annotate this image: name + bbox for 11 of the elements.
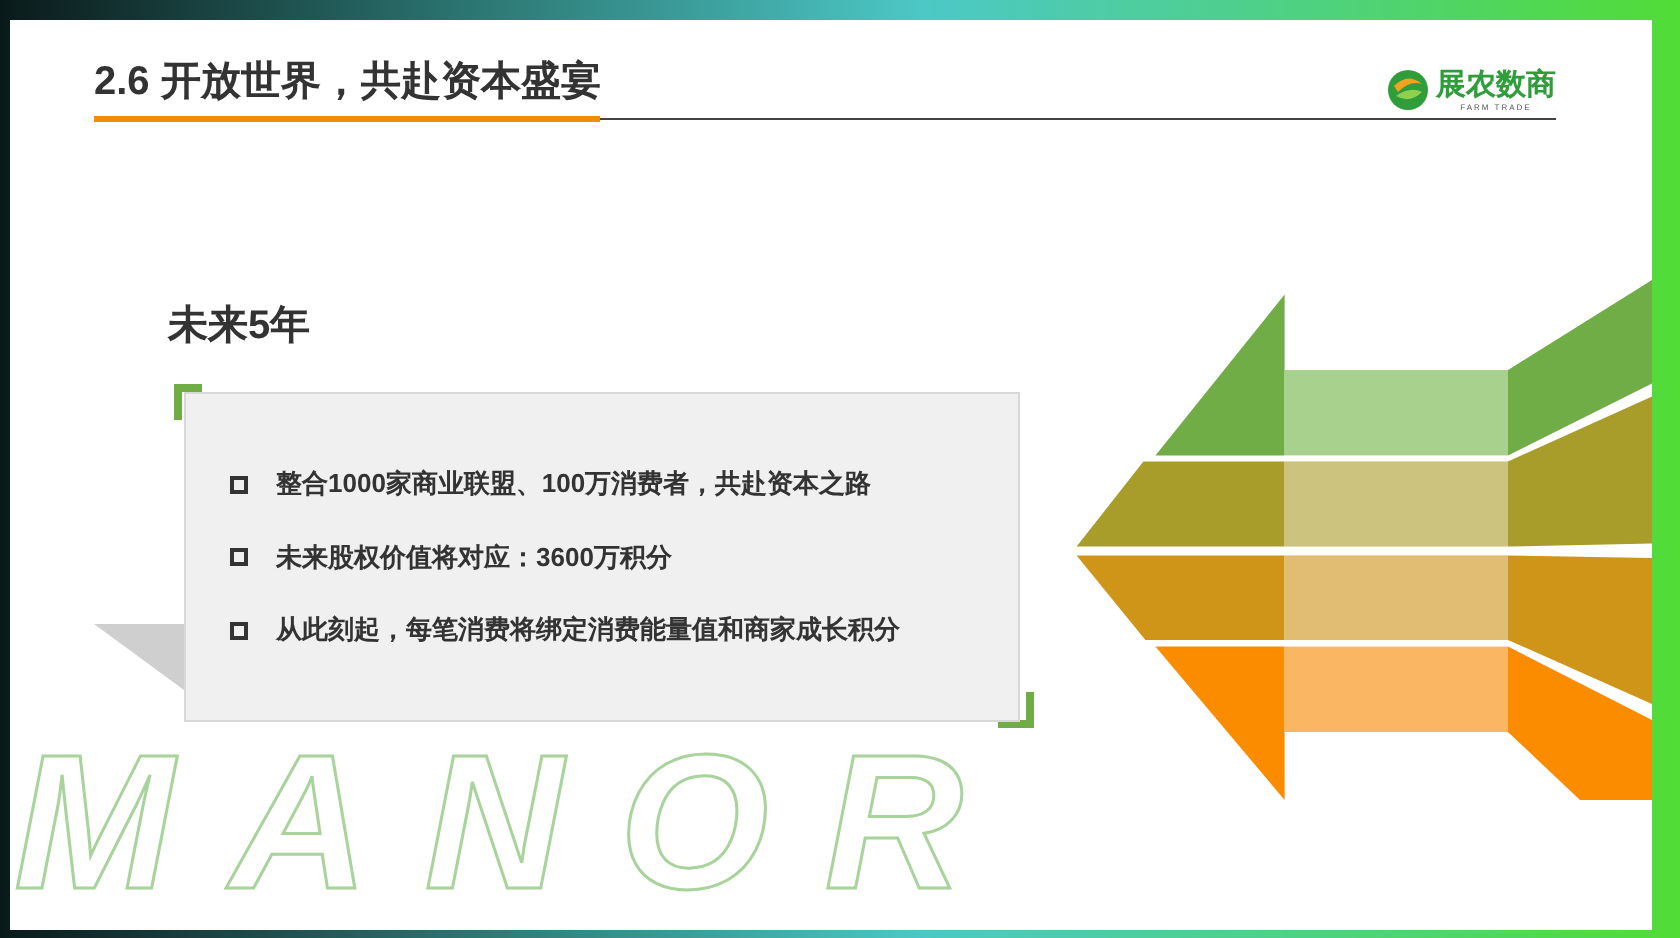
bullet-square-icon (230, 475, 248, 493)
background-lettering: MANOR (14, 728, 1020, 920)
section-heading: 未来5年 (168, 302, 313, 352)
bullet-text: 未来股权价值将对应：3600万积分 (276, 539, 672, 576)
bullet-text: 从此刻起，每笔消费将绑定消费能量值和商家成长积分 (276, 612, 900, 649)
logo-icon (1386, 68, 1430, 112)
bullet-text: 整合1000家商业联盟、100万消费者，共赴资本之路 (276, 466, 872, 503)
slide-title: 2.6 开放世界，共赴资本盛宴 (94, 52, 601, 122)
logo-text: 展农数商 (1436, 69, 1556, 99)
bullet-square-icon (230, 548, 248, 566)
bullet-square-icon (230, 621, 248, 639)
